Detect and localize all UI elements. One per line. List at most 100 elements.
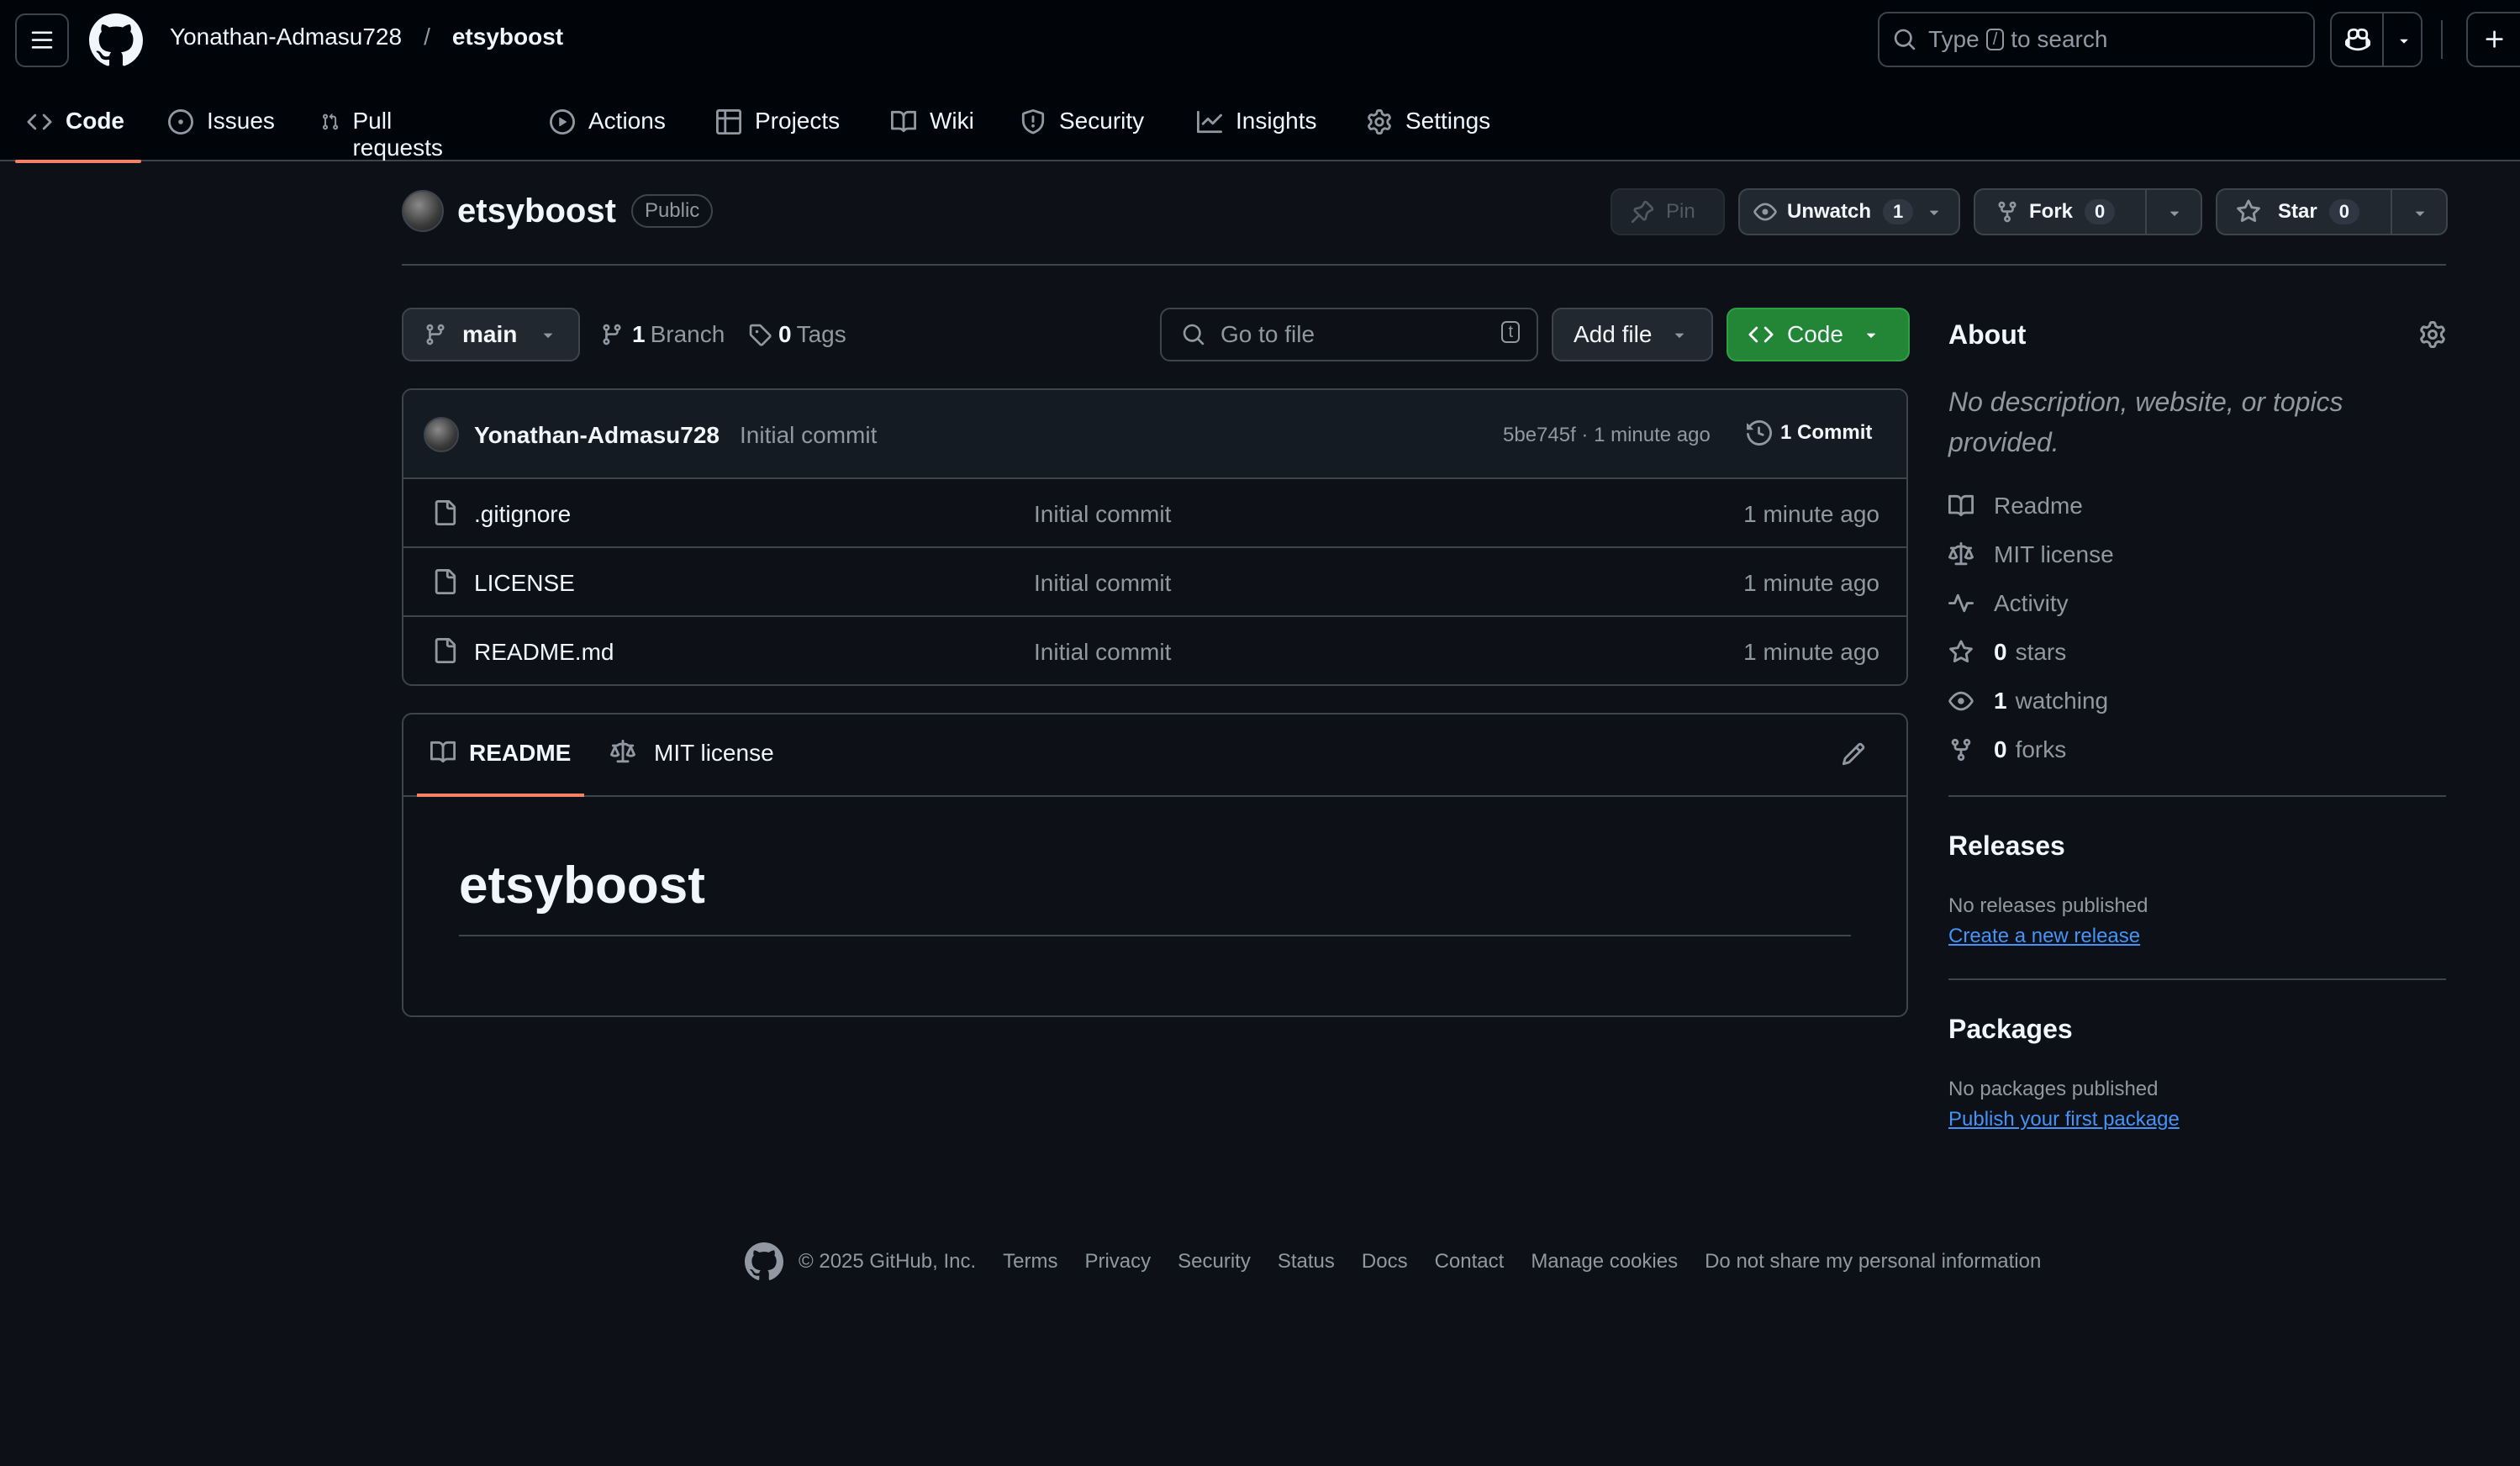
go-to-file-input[interactable]: Go to file t [1160,308,1538,361]
breadcrumb: Yonathan-Admasu728 / etsyboost [170,24,563,50]
tags-link[interactable]: 0 Tags [748,321,846,348]
file-name[interactable]: LICENSE [474,570,575,597]
chevron-down-icon[interactable] [2411,203,2429,222]
file-commit-message[interactable]: Initial commit [1034,501,1171,528]
pencil-icon[interactable] [1841,741,1866,767]
footer-link-manage-cookies[interactable]: Manage cookies [1531,1250,1678,1274]
tab-actions[interactable]: Actions [550,99,666,161]
tab-projects[interactable]: Projects [716,99,840,161]
footer-link-contact[interactable]: Contact [1435,1250,1505,1274]
about-title: About [1948,319,2027,350]
star-icon [2237,199,2260,223]
owner-avatar[interactable] [402,190,444,232]
repo-title: etsyboost Public [402,190,714,232]
branch-selector[interactable]: main [402,308,580,361]
header-divider [2441,20,2443,59]
commit-sha-time[interactable]: 5be745f · 1 minute ago [1503,424,1711,447]
file-row[interactable]: README.md Initial commit 1 minute ago [403,617,1906,684]
tab-security[interactable]: Security [1020,99,1144,161]
breadcrumb-owner[interactable]: Yonathan-Admasu728 [170,24,402,50]
footer-link-terms[interactable]: Terms [1003,1250,1057,1274]
gear-icon[interactable] [2419,321,2446,348]
copilot-button[interactable] [2330,12,2422,67]
copilot-icon [2345,28,2370,51]
github-logo-icon[interactable] [745,1242,783,1281]
unwatch-button[interactable]: Unwatch 1 [1738,188,1960,235]
star-icon [1949,640,1973,663]
pin-button[interactable]: Pin [1611,188,1725,235]
watching-label: watching [2015,688,2109,714]
book-icon [891,110,916,133]
search-icon [1894,29,1916,50]
activity-link-label: Activity [1994,590,2069,616]
file-row[interactable]: LICENSE Initial commit 1 minute ago [403,548,1906,617]
chevron-down-icon[interactable] [2396,32,2412,49]
star-button[interactable]: Star 0 [2216,188,2448,235]
footer-link-privacy[interactable]: Privacy [1084,1250,1151,1274]
create-new-button[interactable] [2466,12,2520,67]
tab-wiki[interactable]: Wiki [891,99,974,161]
pin-label: Pin [1666,200,1695,223]
breadcrumb-repo[interactable]: etsyboost [452,24,563,50]
tab-pull-requests-label: Pull requests [352,108,443,161]
file-commit-message[interactable]: Initial commit [1034,570,1171,597]
graph-icon [1197,110,1222,134]
commit-history-link[interactable]: 1 Commit [1747,420,1872,446]
create-release-link[interactable]: Create a new release [1948,925,2140,948]
tab-issues[interactable]: Issues [168,99,275,161]
sidebar-divider [1948,795,2446,797]
chevron-down-icon [1930,210,1939,215]
tab-pull-requests[interactable]: Pull requests [321,99,450,161]
tab-license[interactable]: MIT license [610,740,774,767]
tab-readme[interactable]: README [417,740,585,797]
packages-title[interactable]: Packages [1948,1014,2073,1045]
tab-settings[interactable]: Settings [1367,99,1490,161]
activity-link[interactable]: Activity [1948,590,2069,617]
github-logo-icon[interactable] [89,13,143,67]
search-shortcut-key: / [1985,29,2005,50]
code-button[interactable]: Code [1727,308,1910,361]
repo-name[interactable]: etsyboost [457,192,616,230]
book-icon [1948,494,1974,517]
add-file-button[interactable]: Add file [1552,308,1713,361]
menu-button[interactable] [15,13,69,67]
unwatch-label: Unwatch [1787,200,1872,223]
license-link[interactable]: MIT license [1948,541,2114,568]
stars-link[interactable]: 0 stars [1948,639,2066,666]
branches-link[interactable]: 1 Branch [600,321,725,348]
footer-link-status[interactable]: Status [1278,1250,1335,1274]
fork-icon [1998,201,2017,223]
tab-license-label: MIT license [654,740,774,766]
commit-message[interactable]: Initial commit [740,422,877,449]
publish-package-link[interactable]: Publish your first package [1948,1108,2180,1131]
footer-link-security[interactable]: Security [1178,1250,1251,1274]
law-icon [610,740,635,763]
fork-label: Fork [2029,200,2074,223]
commit-author-avatar[interactable] [424,417,459,452]
fork-button[interactable]: Fork 0 [1974,188,2202,235]
readme-link[interactable]: Readme [1948,493,2083,519]
footer-link-docs[interactable]: Docs [1362,1250,1408,1274]
footer-link-do-not-share[interactable]: Do not share my personal information [1705,1250,2041,1274]
readme-heading-rule [459,935,1851,936]
file-row[interactable]: .gitignore Initial commit 1 minute ago [403,479,1906,548]
watching-link[interactable]: 1 watching [1948,688,2108,715]
tab-insights-label: Insights [1236,108,1317,134]
file-name[interactable]: .gitignore [474,501,571,528]
file-commit-message[interactable]: Initial commit [1034,639,1171,666]
tab-insights[interactable]: Insights [1197,99,1317,161]
forks-label: forks [2015,736,2067,762]
chevron-down-icon[interactable] [2165,203,2184,222]
commit-count: 1 Commit [1780,421,1873,444]
search-input[interactable]: Type / to search [1878,12,2315,67]
readme-panel: README MIT license etsyboost [402,713,1908,1017]
tag-count: 0 [778,321,792,347]
forks-link[interactable]: 0 forks [1948,736,2066,763]
releases-title[interactable]: Releases [1948,831,2065,862]
chevron-down-icon [1866,333,1875,338]
search-suffix: to search [2011,26,2108,52]
commit-author[interactable]: Yonathan-Admasu728 [474,422,720,449]
tab-code[interactable]: Code [15,99,141,163]
file-name[interactable]: README.md [474,639,614,666]
watch-count: 1 [1883,199,1914,224]
